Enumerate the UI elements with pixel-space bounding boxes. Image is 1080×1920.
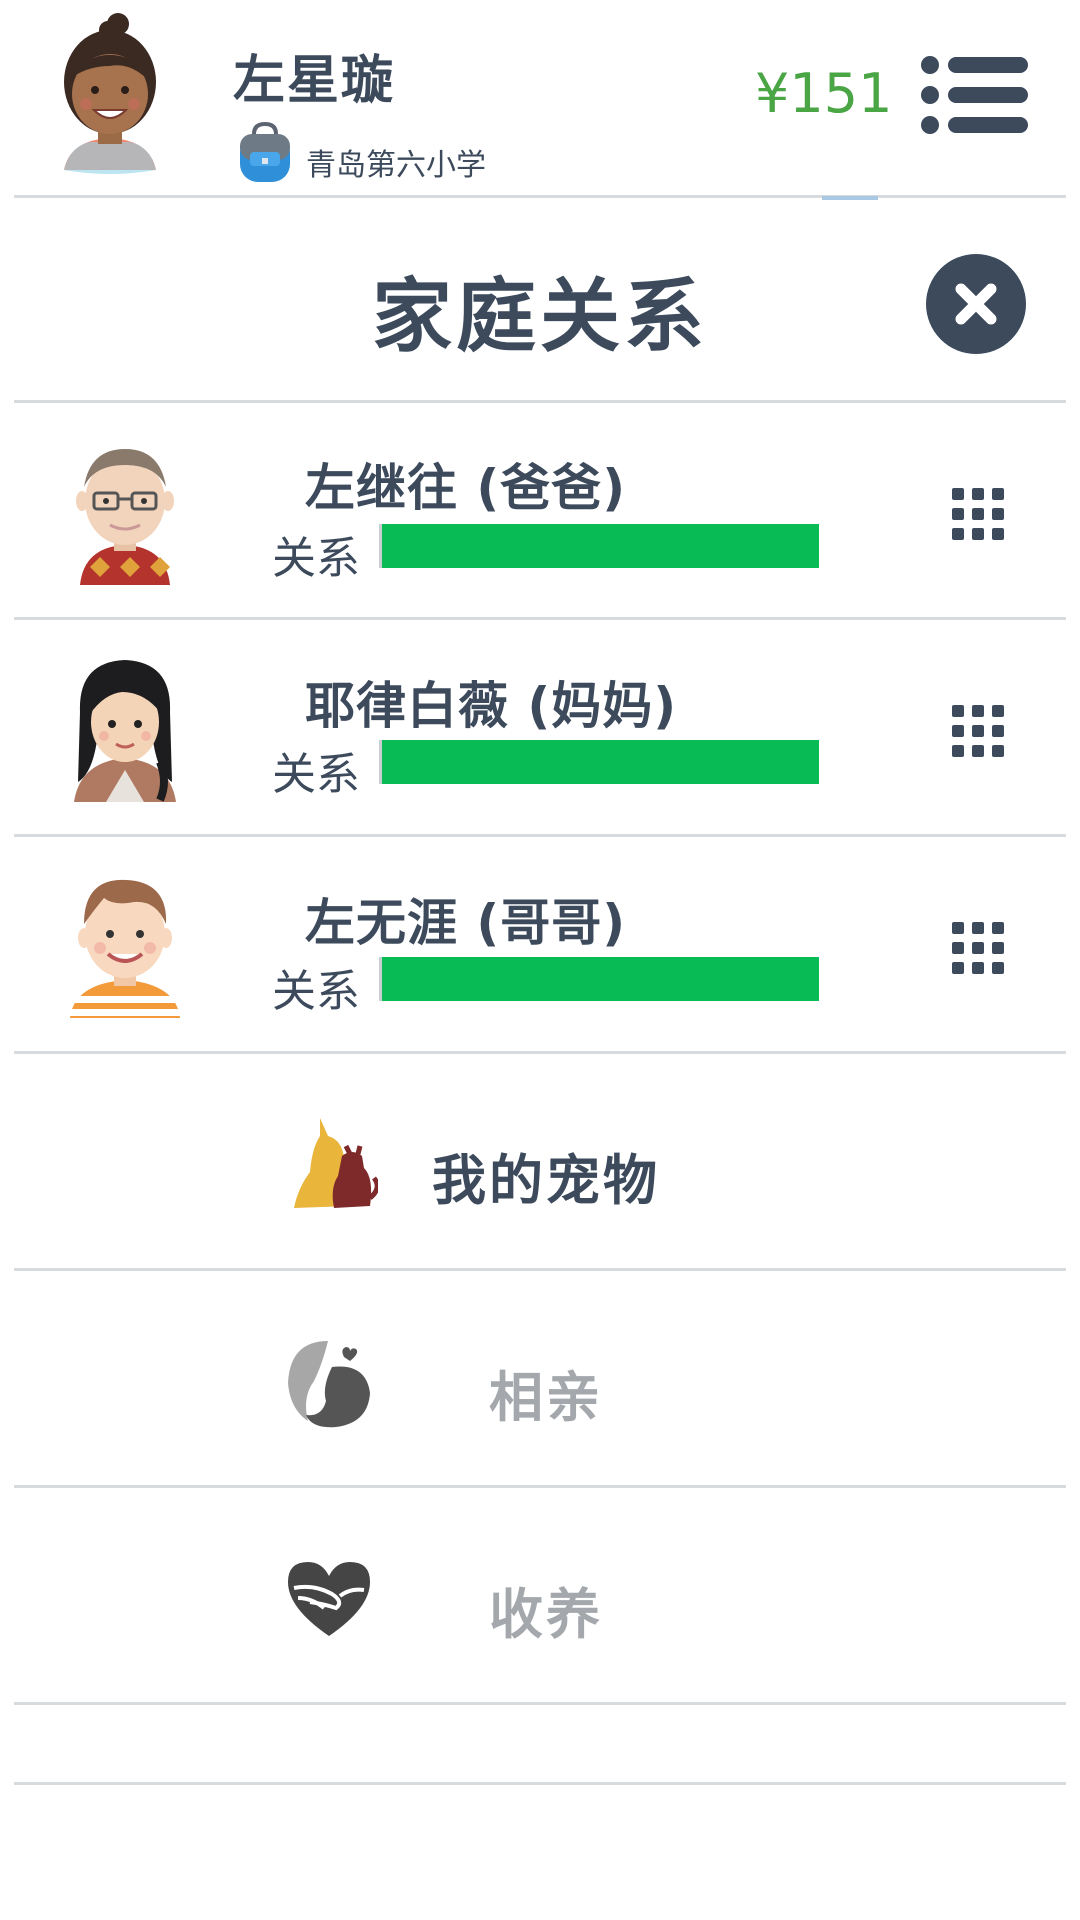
- school-name: 青岛第六小学: [306, 148, 486, 183]
- brother-avatar[interactable]: [60, 868, 190, 1018]
- row-divider: [14, 1702, 1066, 1705]
- player-avatar[interactable]: [50, 10, 170, 180]
- relation-bar: [379, 524, 819, 568]
- pets-button[interactable]: 我的宠物: [14, 1054, 1066, 1268]
- heart-hands-icon: [288, 1562, 370, 1636]
- grid-dots-icon[interactable]: [948, 918, 1008, 978]
- relation-name: 左继往 (爸爸): [305, 459, 627, 517]
- mother-avatar[interactable]: [60, 652, 190, 802]
- dating-label: 相亲: [489, 1366, 603, 1429]
- pets-icon: [294, 1118, 378, 1208]
- relation-bar: [379, 957, 819, 1001]
- backpack-icon: [240, 122, 290, 182]
- relation-bar: [379, 740, 819, 784]
- relation-bar-fill: [382, 957, 819, 1001]
- dating-button[interactable]: 相亲: [14, 1271, 1066, 1485]
- row-divider: [14, 617, 1066, 620]
- grid-dots-icon[interactable]: [948, 484, 1008, 544]
- relation-bar-label: 关系: [272, 533, 360, 584]
- app-header: 左星璇 青岛第六小学 ¥151: [0, 0, 1080, 196]
- row-divider: [14, 834, 1066, 837]
- adopt-label: 收养: [489, 1583, 603, 1646]
- relation-name: 耶律白薇 (妈妈): [305, 677, 678, 735]
- relation-bar-fill: [382, 524, 819, 568]
- pets-label: 我的宠物: [432, 1149, 660, 1212]
- bottom-divider: [14, 1782, 1066, 1785]
- relation-bar-label: 关系: [272, 749, 360, 800]
- adopt-button[interactable]: 收养: [14, 1488, 1066, 1702]
- header-divider: [14, 195, 1066, 198]
- page-title: 家庭关系: [372, 270, 708, 363]
- close-button[interactable]: [926, 254, 1026, 354]
- couple-icon: [288, 1341, 370, 1428]
- relation-bar-fill: [382, 740, 819, 784]
- money-balance: ¥151: [755, 62, 893, 125]
- father-avatar[interactable]: [60, 435, 190, 585]
- relation-bar-label: 关系: [272, 966, 360, 1017]
- menu-list-icon[interactable]: [920, 55, 1030, 135]
- relation-name: 左无涯 (哥哥): [305, 894, 627, 952]
- grid-dots-icon[interactable]: [948, 701, 1008, 761]
- close-icon: [955, 283, 997, 325]
- player-name: 左星璇: [233, 51, 396, 111]
- tab-indicator: [822, 196, 878, 200]
